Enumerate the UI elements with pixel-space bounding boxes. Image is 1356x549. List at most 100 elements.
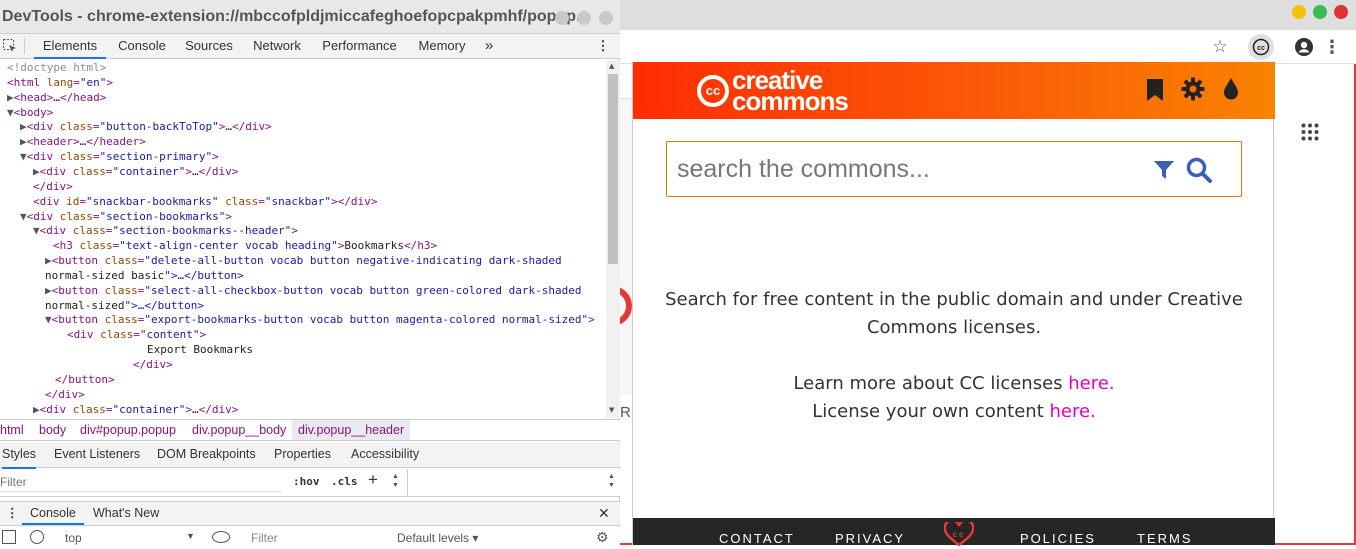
dom-node-line[interactable]: ▼<div class="section-primary"> bbox=[20, 150, 219, 165]
svg-text:cc: cc bbox=[1257, 45, 1265, 52]
tab-elements[interactable]: Elements bbox=[34, 34, 106, 59]
tab-sources[interactable]: Sources bbox=[180, 34, 238, 59]
close-window-button[interactable] bbox=[1334, 5, 1348, 19]
dom-node-line[interactable]: <div id="snackbar-bookmarks" class="snac… bbox=[33, 195, 377, 210]
gear-icon[interactable]: ⚙ bbox=[596, 529, 609, 545]
dom-node-line[interactable]: ▶<div class="container">…</div> bbox=[33, 403, 238, 418]
console-sidebar-icon[interactable] bbox=[2, 530, 16, 544]
account-icon[interactable] bbox=[1292, 36, 1316, 58]
dom-node-line[interactable]: normal-sized basic">…</button> bbox=[45, 269, 244, 284]
devtools-window: DevTools - chrome-extension://mbccofpldj… bbox=[0, 0, 620, 545]
dom-node-line[interactable]: </div> bbox=[133, 358, 173, 373]
dom-node-line[interactable]: </div> bbox=[45, 388, 85, 403]
dom-node-line[interactable]: ▼<body> bbox=[7, 106, 53, 121]
dom-node-line[interactable]: </div> bbox=[33, 180, 73, 195]
dom-node-line[interactable]: <html lang="en"> bbox=[7, 76, 113, 91]
dom-node-line[interactable]: normal-sized">…</button> bbox=[45, 299, 204, 314]
console-filter-input[interactable]: Filter bbox=[251, 531, 278, 545]
svg-text:cc: cc bbox=[953, 530, 966, 539]
dom-node-line[interactable]: ▶<button class="delete-all-button vocab … bbox=[45, 254, 562, 269]
dom-node-line[interactable]: </button> bbox=[55, 373, 115, 388]
gear-icon[interactable] bbox=[1181, 77, 1205, 101]
dom-node-line[interactable]: ▶<div class="button-backToTop">…</div> bbox=[20, 120, 272, 135]
dom-node-line[interactable]: ▼<div class="section-bookmarks"> bbox=[20, 210, 232, 225]
footer-link-contact[interactable]: CONTACT bbox=[719, 531, 795, 546]
browser-toolbar: ☆ cc ⋮ bbox=[620, 30, 1356, 64]
tab-performance[interactable]: Performance bbox=[317, 34, 402, 59]
drop-icon[interactable] bbox=[1222, 77, 1240, 101]
breadcrumb-popup-body[interactable]: div.popup__body bbox=[192, 420, 286, 440]
dom-node-line[interactable]: ▶<button class="select-all-checkbox-butt… bbox=[45, 284, 581, 299]
cc-popup: cc creative commons Search for free cont… bbox=[632, 62, 1275, 547]
footer-link-policies[interactable]: POLICIES bbox=[1020, 531, 1096, 546]
devtools-minimize-button[interactable] bbox=[555, 11, 569, 25]
dom-node-line[interactable]: ▶<header>…</header> bbox=[20, 135, 146, 150]
tab-styles[interactable]: Styles bbox=[2, 442, 37, 469]
pane-scroll-arrows[interactable]: ▲ ▼ bbox=[608, 472, 615, 490]
filter-icon[interactable] bbox=[1153, 159, 1175, 181]
footer-link-privacy[interactable]: PRIVACY bbox=[835, 531, 905, 546]
tab-console[interactable]: Console bbox=[112, 34, 172, 59]
tab-accessibility[interactable]: Accessibility bbox=[351, 442, 419, 467]
minimize-window-button[interactable] bbox=[1292, 5, 1306, 19]
breadcrumb-popup-header[interactable]: div.popup__header bbox=[292, 420, 411, 440]
dom-node-line[interactable]: ▶<head>…</head> bbox=[7, 91, 106, 106]
dom-scrollbar[interactable]: ▲ ▼ bbox=[606, 60, 620, 418]
footer-link-terms[interactable]: TERMS bbox=[1137, 531, 1193, 546]
dom-node-line[interactable]: ▼<button class="export-bookmarks-button … bbox=[45, 313, 595, 328]
apps-grid-icon[interactable] bbox=[1301, 123, 1319, 141]
info-line-2: Commons licenses. bbox=[866, 317, 1042, 338]
menu-kebab-icon[interactable]: ⋮ bbox=[1320, 36, 1344, 58]
learn-more-line: Learn more about CC licenses here. bbox=[633, 370, 1275, 398]
styles-filter-row: :hov .cls + ▲▼ ▲▼ bbox=[0, 469, 620, 497]
cc-logo: cc creative commons bbox=[697, 67, 849, 114]
dom-scrollbar-thumb[interactable] bbox=[608, 74, 618, 264]
maximize-window-button[interactable] bbox=[1313, 5, 1327, 19]
close-drawer-icon[interactable]: ✕ bbox=[598, 502, 610, 525]
search-box bbox=[666, 141, 1242, 197]
license-line: License your own content here. bbox=[633, 398, 1275, 426]
dom-node-line[interactable]: <div class="content"> bbox=[67, 328, 206, 343]
tab-dom-breakpoints[interactable]: DOM Breakpoints bbox=[157, 442, 256, 467]
devtools-maximize-button[interactable] bbox=[577, 11, 591, 25]
breadcrumb-body[interactable]: body bbox=[39, 420, 66, 440]
eye-icon[interactable] bbox=[212, 531, 230, 543]
chevron-down-icon: ▼ bbox=[186, 531, 195, 541]
dom-tree[interactable]: <!doctype html> <html lang="en"> ▶<head>…<… bbox=[0, 60, 606, 418]
devtools-title: DevTools - chrome-extension://mbccofpldj… bbox=[0, 0, 620, 34]
new-style-rule-button[interactable]: + bbox=[368, 470, 378, 490]
more-tabs-icon[interactable]: » bbox=[480, 34, 498, 59]
dom-node-line[interactable]: <!doctype html> bbox=[7, 61, 106, 76]
clear-console-icon[interactable] bbox=[30, 530, 44, 544]
drawer-menu-icon[interactable]: ⋮ bbox=[6, 502, 19, 525]
search-input[interactable] bbox=[677, 150, 1137, 188]
tab-network[interactable]: Network bbox=[246, 34, 308, 59]
style-scroll-arrows[interactable]: ▲ ▼ bbox=[392, 472, 399, 490]
tab-memory[interactable]: Memory bbox=[411, 34, 473, 59]
devtools-tabbar: Elements Console Sources Network Perform… bbox=[0, 34, 620, 59]
devtools-menu-icon[interactable]: ⋮ bbox=[596, 34, 610, 59]
breadcrumb-html[interactable]: html bbox=[0, 420, 24, 440]
star-icon[interactable]: ☆ bbox=[1208, 36, 1232, 58]
styles-filter-input[interactable] bbox=[0, 472, 282, 492]
inspect-element-icon[interactable] bbox=[2, 38, 18, 54]
dom-node-line[interactable]: Export Bookmarks bbox=[147, 343, 253, 358]
tab-event-listeners[interactable]: Event Listeners bbox=[54, 442, 140, 467]
dom-node-line[interactable]: ▶<div class="container">…</div> bbox=[33, 165, 238, 180]
cls-toggle[interactable]: .cls bbox=[331, 475, 358, 488]
learn-more-link[interactable]: here. bbox=[1068, 373, 1114, 394]
default-levels-select[interactable]: Default levels ▾ bbox=[397, 531, 478, 545]
console-context-select[interactable]: top bbox=[65, 531, 82, 545]
cc-extension-icon[interactable]: cc bbox=[1248, 34, 1274, 60]
devtools-close-button[interactable] bbox=[599, 11, 613, 25]
drawer-tab-console[interactable]: Console bbox=[22, 502, 84, 525]
drawer-tab-whats-new[interactable]: What's New bbox=[93, 502, 159, 525]
dom-node-line[interactable]: ▼<div class="section-bookmarks--header"> bbox=[33, 224, 298, 239]
search-icon[interactable] bbox=[1186, 157, 1212, 183]
breadcrumb-popup[interactable]: div#popup.popup bbox=[80, 420, 176, 440]
hov-toggle[interactable]: :hov bbox=[293, 475, 320, 488]
tab-properties[interactable]: Properties bbox=[274, 442, 331, 467]
dom-node-line[interactable]: <h3 class="text-align-center vocab headi… bbox=[53, 239, 437, 254]
license-link[interactable]: here. bbox=[1049, 401, 1095, 422]
bookmark-icon[interactable] bbox=[1145, 78, 1165, 102]
